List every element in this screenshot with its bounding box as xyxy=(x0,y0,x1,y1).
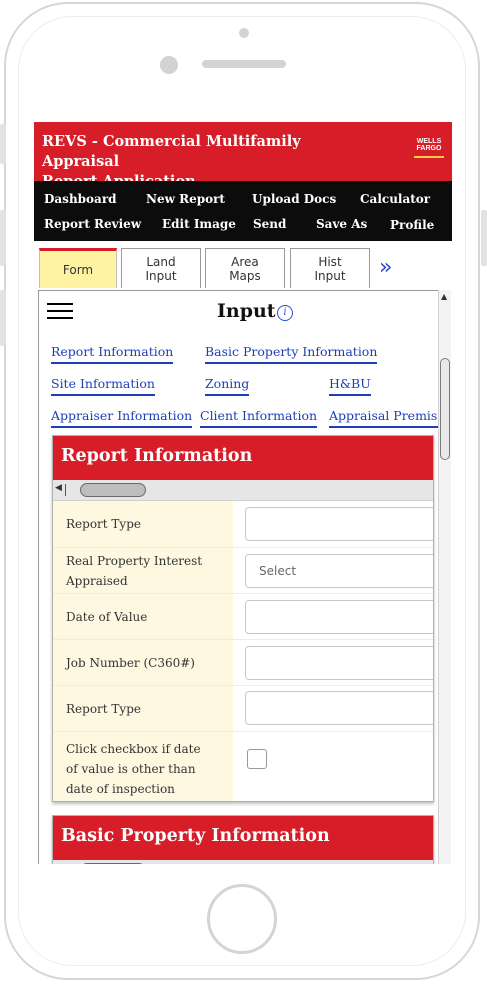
app-title-line1: REVS - Commercial Multifamily Appraisal xyxy=(42,133,301,170)
field-label: Date of Value xyxy=(53,594,233,639)
form-row: Report Type xyxy=(53,501,433,548)
link-site-information[interactable]: Site Information xyxy=(51,376,155,396)
link-hbu[interactable]: H&BU xyxy=(329,376,371,396)
scroll-up-icon[interactable]: ▲ xyxy=(441,292,447,301)
job-number-input[interactable] xyxy=(245,646,433,680)
nav-save-as[interactable]: Save As xyxy=(316,217,367,231)
tab-label-line1: Land xyxy=(146,254,176,269)
scroll-thumb[interactable] xyxy=(80,863,146,864)
camera-icon xyxy=(239,28,249,38)
scroll-thumb[interactable] xyxy=(80,483,146,497)
form-row: Click checkbox if date of value is other… xyxy=(53,732,433,801)
tab-hist-input[interactable]: Hist Input xyxy=(290,248,370,288)
nav-profile[interactable]: Profile xyxy=(390,218,434,232)
more-tabs-icon[interactable]: » xyxy=(379,255,392,280)
report-type-input[interactable] xyxy=(245,507,433,541)
form-row: Job Number (C360#) xyxy=(53,640,433,686)
horizontal-scrollbar[interactable]: ◀ xyxy=(53,860,433,864)
field-label: Report Type xyxy=(53,501,233,547)
app-screen: REVS - Commercial Multifamily Appraisal … xyxy=(34,122,452,864)
info-icon[interactable]: i xyxy=(277,305,293,321)
form-row: Date of Value xyxy=(53,594,433,640)
logo-underline xyxy=(414,156,444,158)
tab-label-line1: Area xyxy=(231,254,259,269)
home-button[interactable] xyxy=(207,884,277,954)
form-row: Report Type xyxy=(53,686,433,732)
tab-land-input[interactable]: Land Input xyxy=(121,248,201,288)
nav-send[interactable]: Send xyxy=(253,217,286,231)
horizontal-scrollbar[interactable]: ◀ xyxy=(53,480,433,501)
link-client-information[interactable]: Client Information xyxy=(200,408,318,428)
phone-side-button xyxy=(0,124,6,164)
real-property-interest-select[interactable]: Select xyxy=(245,554,433,588)
speaker-grille xyxy=(202,60,286,68)
input-panel: Input i Report Information Basic Propert… xyxy=(38,290,440,864)
nav-new-report[interactable]: New Report xyxy=(146,192,225,206)
report-type-input-2[interactable] xyxy=(245,691,433,725)
logo-line2: FARGO xyxy=(416,145,442,152)
nav-edit-image[interactable]: Edit Image xyxy=(162,217,236,231)
tab-label-line1: Hist xyxy=(318,254,342,269)
tab-label: Form xyxy=(62,262,94,277)
vertical-scrollbar[interactable]: ▲ xyxy=(438,290,451,864)
page-title: Input xyxy=(217,300,276,322)
report-information-section: Report Information ◀ Report Type Real Pr… xyxy=(52,435,434,802)
logo-line1: WELLS xyxy=(416,138,442,145)
section-heading: Basic Property Information xyxy=(53,816,433,860)
tab-area-maps[interactable]: Area Maps xyxy=(205,248,285,288)
tab-label-line2: Input xyxy=(314,268,346,283)
phone-power-button xyxy=(481,210,487,266)
link-appraisal-premise[interactable]: Appraisal Premise xyxy=(329,408,439,428)
app-header: REVS - Commercial Multifamily Appraisal … xyxy=(34,122,452,190)
link-basic-property-information[interactable]: Basic Property Information xyxy=(205,344,378,364)
nav-upload-docs[interactable]: Upload Docs xyxy=(252,192,336,206)
scroll-left-icon[interactable]: ◀ xyxy=(55,483,62,493)
basic-property-information-section: Basic Property Information ◀ xyxy=(52,815,434,864)
scroll-left-icon[interactable]: ◀ xyxy=(55,863,62,864)
phone-volume-down-button xyxy=(0,290,6,346)
form-row: Real Property Interest Appraised Select xyxy=(53,548,433,594)
date-differs-checkbox[interactable] xyxy=(247,749,267,769)
tab-label-line2: Maps xyxy=(229,268,261,283)
tab-bar: Form Land Input Area Maps Hist Input » xyxy=(34,241,452,291)
field-label: Report Type xyxy=(53,686,233,731)
tab-form[interactable]: Form xyxy=(39,248,117,288)
main-nav: Dashboard New Report Upload Docs Calcula… xyxy=(34,181,452,241)
scroll-thumb[interactable] xyxy=(440,358,450,460)
link-appraiser-information[interactable]: Appraiser Information xyxy=(51,408,193,428)
field-label: Click checkbox if date of value is other… xyxy=(53,732,233,801)
section-heading: Report Information xyxy=(53,436,433,480)
field-label: Job Number (C360#) xyxy=(53,640,233,685)
nav-dashboard[interactable]: Dashboard xyxy=(44,192,117,206)
nav-calculator[interactable]: Calculator xyxy=(360,192,430,206)
front-camera-icon xyxy=(160,56,178,74)
field-label: Real Property Interest Appraised xyxy=(53,548,233,593)
wells-fargo-logo[interactable]: WELLS FARGO xyxy=(414,138,444,158)
nav-report-review[interactable]: Report Review xyxy=(44,217,141,231)
link-report-information[interactable]: Report Information xyxy=(51,344,174,364)
phone-volume-up-button xyxy=(0,210,6,266)
hamburger-menu-icon[interactable] xyxy=(47,303,73,319)
tab-label-line2: Input xyxy=(145,268,177,283)
date-of-value-input[interactable] xyxy=(245,600,433,634)
link-zoning[interactable]: Zoning xyxy=(205,376,250,396)
